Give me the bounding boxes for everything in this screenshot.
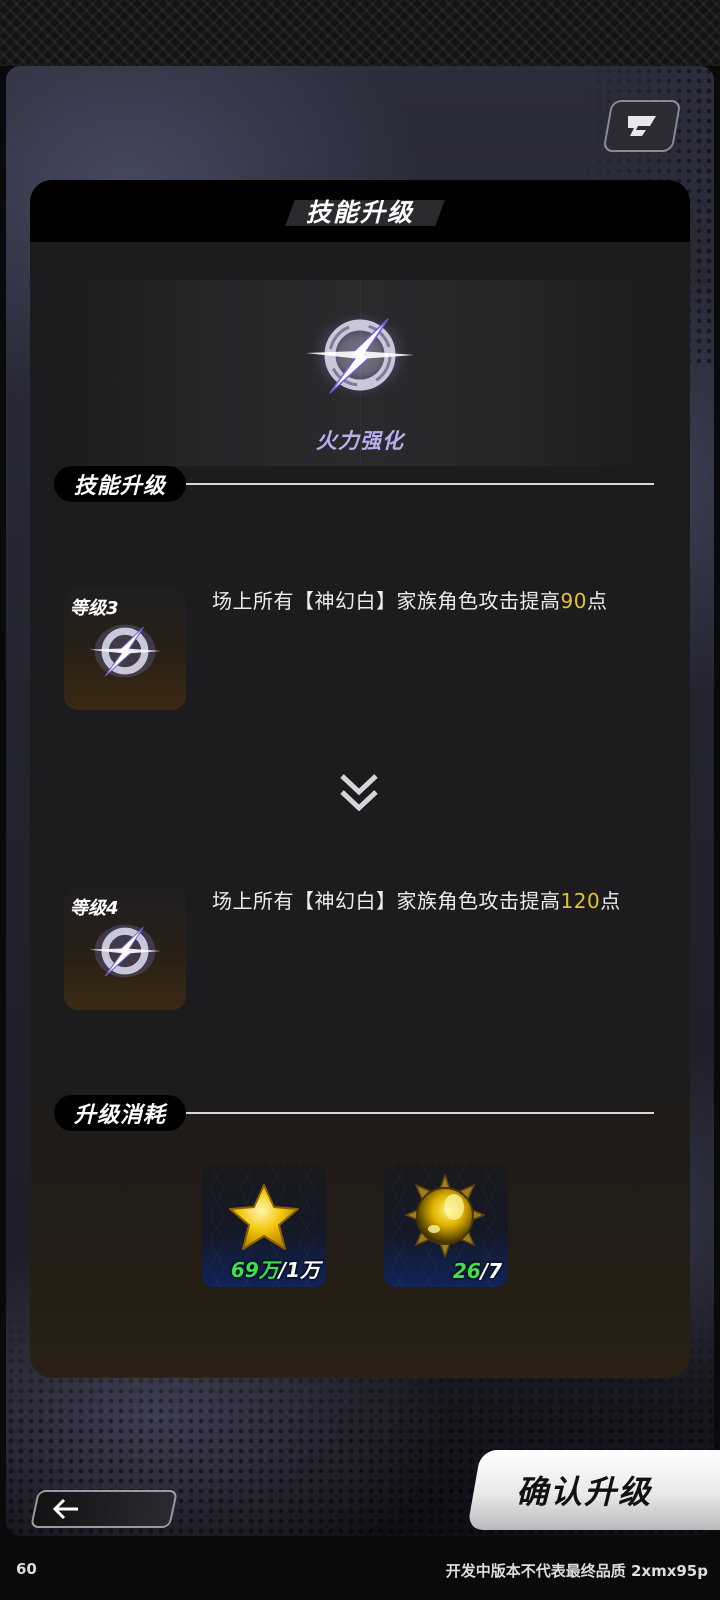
level-label: 等级4 <box>70 898 119 919</box>
level-description-current: 场上所有【神幻白】家族角色攻击提高90点 <box>212 585 672 614</box>
level-description-next: 场上所有【神幻白】家族角色攻击提高120点 <box>212 885 672 914</box>
skill-name: 火力强化 <box>316 429 404 453</box>
owned-amount: 26 <box>452 1259 481 1283</box>
panel-header: 技能升级 <box>30 180 690 242</box>
section-divider <box>186 483 654 485</box>
section-header-upgrade: 技能升级 <box>54 466 654 502</box>
required-amount: /1万 <box>278 1258 320 1282</box>
build-notice: 开发中版本不代表最终品质 2xmx95p <box>445 1562 708 1580</box>
attack-value: 90 <box>560 589 587 613</box>
back-button[interactable] <box>29 1490 179 1528</box>
section-title-upgrade: 技能升级 <box>54 466 187 502</box>
attack-value: 120 <box>560 889 601 913</box>
level-label: 等级3 <box>70 598 119 619</box>
lightning-ring-icon <box>89 924 161 978</box>
required-amount: /7 <box>480 1259 502 1283</box>
spiked-orb-icon <box>404 1173 486 1259</box>
description-text: 场上所有【神幻白】家族角色攻击提高 <box>212 589 561 613</box>
double-chevron-down-icon <box>340 774 378 812</box>
top-status-strip <box>0 0 720 66</box>
panel-title: 技能升级 <box>305 198 414 227</box>
cost-amount: 69万/1万 <box>231 1254 320 1283</box>
section-divider <box>186 1112 654 1114</box>
brand-logo-icon <box>628 116 656 136</box>
confirm-upgrade-button[interactable]: 确认升级 <box>466 1450 720 1530</box>
description-text: 场上所有【神幻白】家族角色攻击提高 <box>212 889 561 913</box>
description-suffix: 点 <box>586 589 608 613</box>
confirm-button-label: 确认升级 <box>515 1473 652 1511</box>
fps-counter: 60 <box>16 1560 37 1578</box>
cost-amount: 26/7 <box>453 1259 502 1283</box>
owned-amount: 69万 <box>230 1258 279 1282</box>
corner-menu-button[interactable] <box>602 100 682 152</box>
section-header-cost: 升级消耗 <box>54 1095 654 1131</box>
arrow-left-icon <box>52 1498 78 1520</box>
skill-upgrade-panel: 技能升级 火力强化 技能升级 等级3 场上所有【神幻白】家族角色攻击提高90点 … <box>30 180 690 1378</box>
lightning-ring-icon <box>89 624 161 678</box>
star-icon <box>229 1184 299 1250</box>
lightning-ring-icon <box>306 311 414 399</box>
description-suffix: 点 <box>600 889 621 913</box>
cost-item-star[interactable]: 69万/1万 <box>202 1163 326 1287</box>
level-card-current: 等级3 <box>64 588 186 710</box>
level-card-next: 等级4 <box>64 888 186 1010</box>
section-title-cost: 升级消耗 <box>54 1095 187 1131</box>
cost-item-orb[interactable]: 26/7 <box>384 1163 508 1287</box>
